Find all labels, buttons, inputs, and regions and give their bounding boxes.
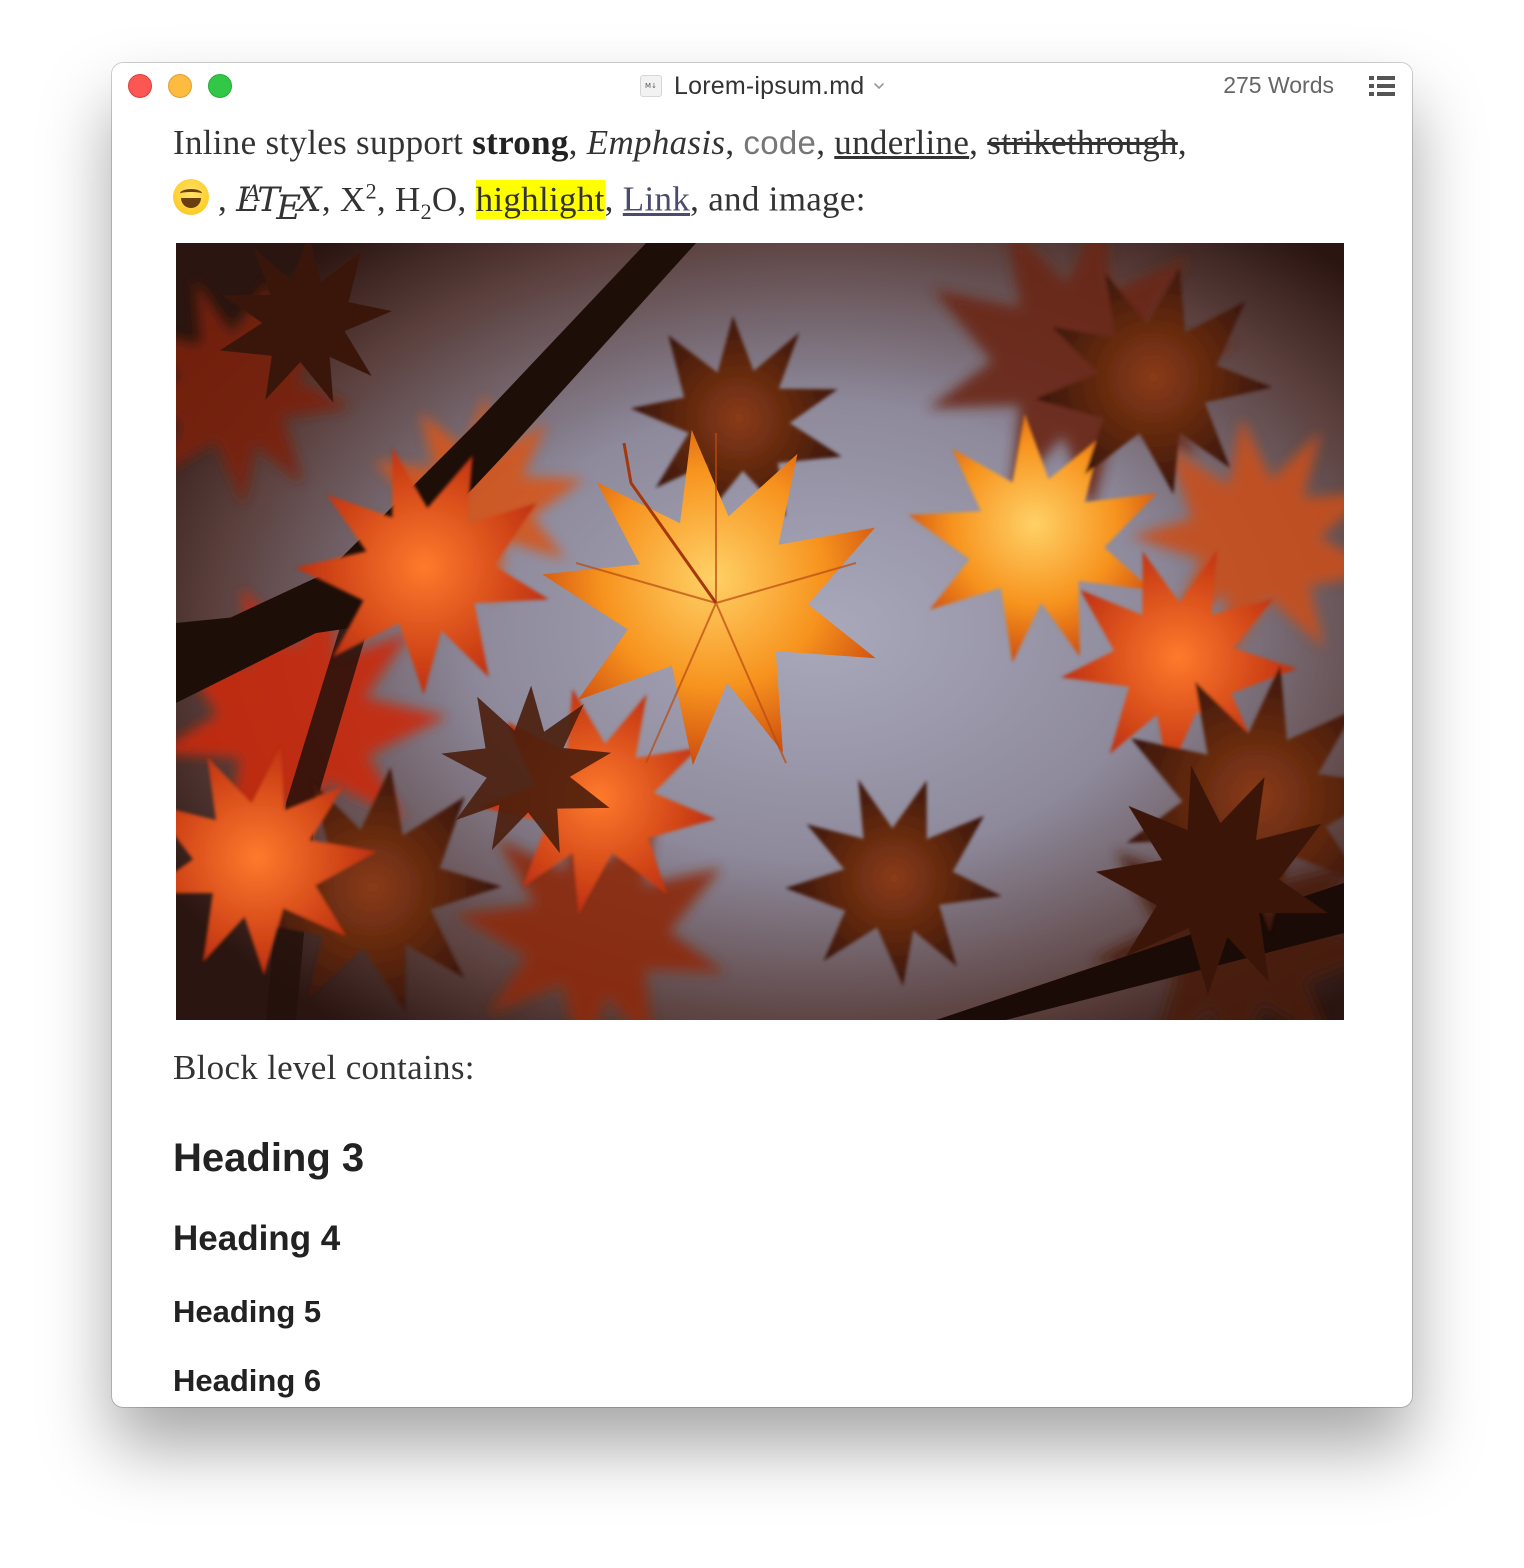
intro-text: Inline styles support — [173, 123, 473, 162]
document-title: Lorem-ipsum.md — [674, 71, 865, 100]
close-window-button[interactable] — [128, 74, 152, 98]
document-title-menu[interactable]: M↓ Lorem-ipsum.md — [640, 71, 885, 101]
heading-5[interactable]: Heading 5 — [173, 1294, 321, 1330]
autumn-leaves-image — [176, 243, 1344, 1020]
zoom-window-button[interactable] — [208, 74, 232, 98]
underline-text: underline — [834, 123, 970, 162]
minimize-window-button[interactable] — [168, 74, 192, 98]
latex-logo: LATEX — [236, 179, 322, 228]
title-bar: M↓ Lorem-ipsum.md 275 Words — [112, 63, 1412, 109]
heading-3[interactable]: Heading 3 — [173, 1136, 364, 1181]
inline-styles-paragraph[interactable]: Inline styles support strong, Emphasis, … — [173, 119, 1353, 236]
editor-window: M↓ Lorem-ipsum.md 275 Words Inline style… — [112, 63, 1412, 1407]
inline-code: code — [743, 124, 817, 161]
highlight-text: highlight — [475, 179, 605, 219]
subscript-expression: H2O — [394, 179, 458, 224]
heading-4[interactable]: Heading 4 — [173, 1219, 340, 1259]
document-content: Inline styles support strong, Emphasis, … — [173, 109, 1353, 236]
markdown-file-icon: M↓ — [640, 75, 662, 97]
block-level-paragraph[interactable]: Block level contains: — [173, 1048, 475, 1088]
strong-text: strong — [472, 123, 569, 162]
heading-6[interactable]: Heading 6 — [173, 1363, 321, 1399]
emphasis-text: Emphasis — [586, 123, 726, 162]
word-count[interactable]: 275 Words — [1223, 72, 1334, 99]
inline-link[interactable]: Link — [623, 180, 690, 219]
list-outline-icon[interactable] — [1368, 74, 1396, 98]
chevron-down-icon[interactable] — [873, 80, 885, 92]
tail-text: , and image: — [690, 179, 866, 219]
grinning-squinting-face-icon — [173, 178, 209, 215]
superscript-expression: X2 — [339, 178, 377, 219]
strikethrough-text: strikethrough — [987, 123, 1178, 162]
